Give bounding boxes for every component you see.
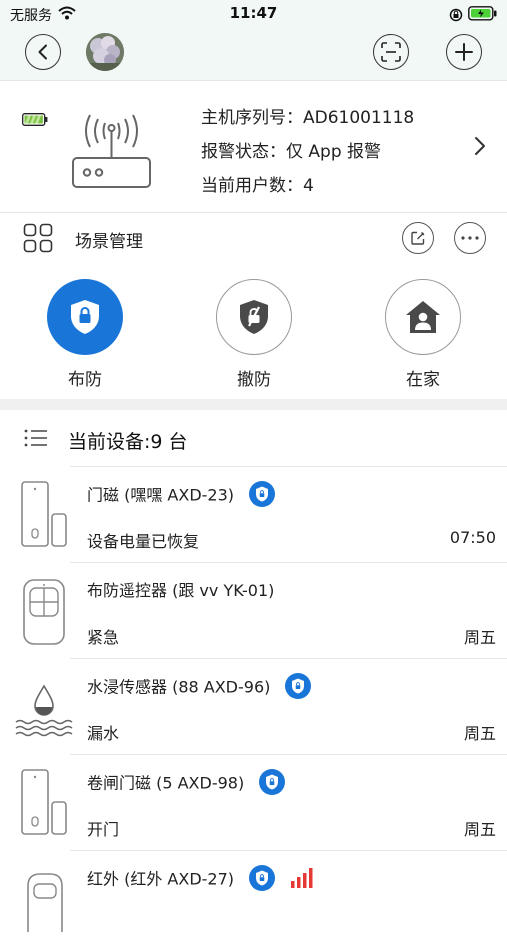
shield-unlock-icon	[240, 300, 268, 334]
scan-button[interactable]	[373, 34, 409, 70]
device-row[interactable]: 卷闸门磁 (5 AXD-98) 开门 周五	[0, 754, 507, 850]
row-divider	[70, 562, 507, 563]
home-mode-label: 在家	[406, 370, 440, 390]
arm-mode-label: 布防	[68, 370, 102, 390]
shield-badge-icon	[249, 865, 276, 895]
device-name: 布防遥控器 (跟 vv YK-01)	[87, 577, 274, 601]
device-name: 红外 (红外 AXD-27)	[87, 865, 316, 895]
users-value: 4	[303, 176, 314, 196]
device-name: 水浸传感器 (88 AXD-96)	[87, 673, 312, 703]
device-row[interactable]: 红外 (红外 AXD-27)	[0, 850, 507, 946]
host-battery-icon	[22, 111, 48, 130]
device-name: 卷闸门磁 (5 AXD-98)	[87, 769, 286, 799]
scene-management-label[interactable]: 场景管理	[75, 227, 143, 252]
devices-title: 当前设备:9 台	[68, 431, 188, 453]
device-name-text: 布防遥控器 (跟 vv YK-01)	[87, 581, 275, 600]
mode-selector: 布防 撤防 在家	[0, 264, 507, 399]
door-sensor-icon	[14, 478, 74, 550]
device-row[interactable]: 水浸传感器 (88 AXD-96) 漏水 周五	[0, 658, 507, 754]
door-sensor-icon	[14, 766, 74, 838]
nav-bar	[0, 28, 507, 81]
avatar[interactable]	[86, 33, 124, 71]
remote-control-icon	[14, 574, 74, 646]
serial-label: 主机序列号：	[201, 108, 303, 128]
status-bar: 无服务 11:47	[0, 0, 507, 28]
device-name-text: 卷闸门磁 (5 AXD-98)	[87, 773, 245, 793]
device-time: 周五	[463, 724, 496, 743]
shield-badge-icon	[285, 673, 312, 703]
more-button[interactable]	[454, 222, 486, 254]
arm-mode-button[interactable]: 布防	[35, 279, 135, 390]
device-status: 开门	[87, 820, 120, 839]
back-button[interactable]	[25, 34, 61, 70]
alarm-row: 报警状态：仅 App 报警	[201, 135, 414, 169]
signal-strength-icon	[290, 867, 316, 893]
arm-mode-circle	[47, 279, 123, 355]
disarm-mode-button[interactable]: 撤防	[204, 279, 304, 390]
devices-header: 当前设备:9 台	[0, 410, 507, 466]
alarm-label: 报警状态：	[201, 142, 286, 162]
device-time: 07:50	[449, 528, 496, 547]
device-row[interactable]: 布防遥控器 (跟 vv YK-01) 紧急 周五	[0, 562, 507, 658]
row-divider	[70, 658, 507, 659]
section-divider	[0, 399, 507, 410]
host-info: 主机序列号：AD61001118 报警状态：仅 App 报警 当前用户数：4	[201, 101, 414, 203]
router-icon	[64, 103, 159, 195]
serial-row: 主机序列号：AD61001118	[201, 101, 414, 135]
battery-icon	[468, 6, 498, 25]
plus-icon	[455, 43, 473, 61]
host-panel[interactable]: 主机序列号：AD61001118 报警状态：仅 App 报警 当前用户数：4	[0, 81, 507, 211]
device-status: 漏水	[87, 724, 120, 743]
list-icon	[24, 429, 48, 451]
home-mode-button[interactable]: 在家	[373, 279, 473, 390]
shield-lock-icon	[71, 300, 99, 334]
users-row: 当前用户数：4	[201, 169, 414, 203]
alarm-value: 仅 App 报警	[286, 142, 382, 162]
device-status: 紧急	[87, 628, 120, 647]
users-label: 当前用户数：	[201, 176, 303, 196]
device-status: 设备电量已恢复	[87, 532, 200, 551]
device-name-text: 红外 (红外 AXD-27)	[87, 869, 235, 889]
rotation-lock-icon	[449, 7, 463, 26]
home-person-icon	[406, 301, 440, 333]
device-name: 门磁 (嘿嘿 AXD-23)	[87, 481, 276, 511]
infrared-sensor-icon	[14, 862, 74, 934]
device-name-text: 门磁 (嘿嘿 AXD-23)	[87, 485, 235, 505]
device-name-text: 水浸传感器 (88 AXD-96)	[87, 677, 271, 697]
serial-value: AD61001118	[303, 108, 415, 128]
scene-bar: 场景管理	[0, 212, 507, 265]
add-button[interactable]	[446, 34, 482, 70]
clock: 11:47	[229, 4, 278, 22]
water-sensor-icon	[14, 670, 74, 742]
device-row[interactable]: 门磁 (嘿嘿 AXD-23) 设备电量已恢复 07:50	[0, 466, 507, 562]
home-mode-circle	[385, 279, 461, 355]
chevron-right-icon[interactable]	[474, 136, 486, 160]
row-divider	[70, 850, 507, 851]
shield-badge-icon	[249, 481, 276, 511]
device-time: 周五	[463, 628, 496, 647]
shield-badge-icon	[259, 769, 286, 799]
device-time: 周五	[463, 820, 496, 839]
disarm-mode-label: 撤防	[237, 370, 271, 390]
scan-icon	[381, 42, 401, 62]
disarm-mode-circle	[216, 279, 292, 355]
scene-edit-button[interactable]	[402, 222, 434, 254]
row-divider	[70, 466, 507, 467]
chevron-left-icon	[38, 44, 47, 60]
row-divider	[70, 754, 507, 755]
grid-icon	[23, 223, 53, 257]
edit-icon	[411, 231, 425, 245]
more-icon	[461, 236, 479, 240]
